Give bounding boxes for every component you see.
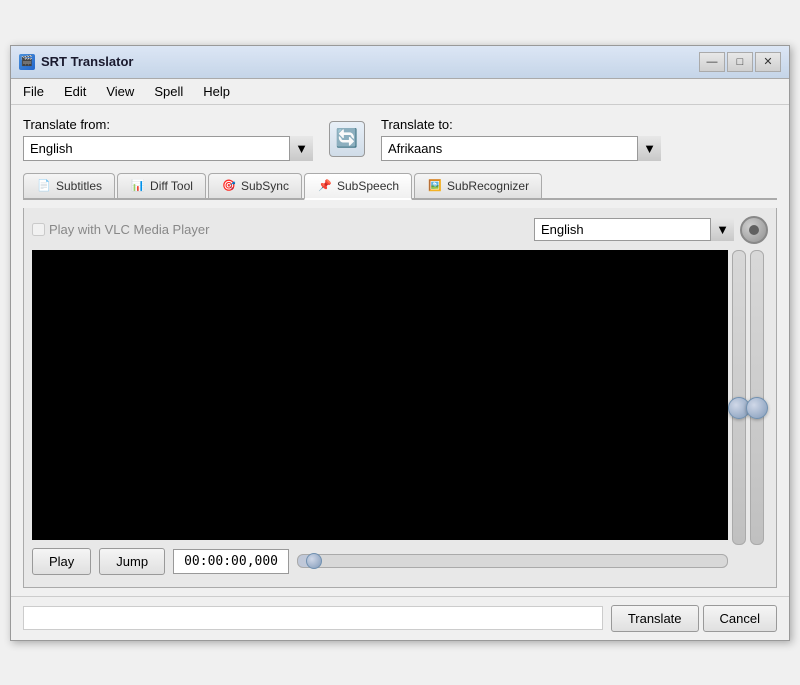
record-icon	[749, 225, 759, 235]
translate-to-group: Translate to: English Afrikaans French G…	[381, 117, 661, 161]
tab-subrecognizer-label: SubRecognizer	[447, 179, 529, 193]
video-player[interactable]	[32, 250, 728, 540]
tab-panel: Play with VLC Media Player English Frenc…	[23, 208, 777, 588]
language-select-row: English French German ▼	[534, 216, 768, 244]
swap-icon: 🔄	[336, 128, 358, 149]
language-dropdown[interactable]: English French German	[534, 218, 734, 241]
app-window: 🎬 SRT Translator — □ ✕ File Edit View Sp…	[10, 45, 790, 641]
subsync-icon: 🎯	[221, 179, 237, 193]
bottom-bar: Translate Cancel	[11, 596, 789, 640]
title-bar: 🎬 SRT Translator — □ ✕	[11, 46, 789, 79]
seek-slider[interactable]	[297, 554, 728, 568]
vlc-checkbox-label[interactable]: Play with VLC Media Player	[32, 222, 209, 237]
translate-from-container: English French German Spanish ▼	[23, 136, 313, 161]
tab-subspeech-label: SubSpeech	[337, 179, 399, 193]
close-button[interactable]: ✕	[755, 52, 781, 72]
title-bar-left: 🎬 SRT Translator	[19, 54, 133, 70]
sliders-section	[732, 250, 768, 579]
window-controls: — □ ✕	[699, 52, 781, 72]
subrecognizer-icon: 🖼️	[427, 179, 443, 193]
menu-spell[interactable]: Spell	[150, 82, 187, 101]
menu-file[interactable]: File	[19, 82, 48, 101]
subspeech-icon: 📌	[317, 179, 333, 193]
play-button[interactable]: Play	[32, 548, 91, 575]
tab-bar: 📄 Subtitles 📊 Diff Tool 🎯 SubSync 📌 SubS…	[23, 173, 777, 200]
translate-from-dropdown[interactable]: English French German Spanish	[23, 136, 313, 161]
tab-subspeech[interactable]: 📌 SubSpeech	[304, 173, 412, 200]
tab-difftool-label: Diff Tool	[150, 179, 193, 193]
speed-slider-thumb[interactable]	[746, 397, 768, 419]
status-bar	[23, 606, 603, 630]
menu-help[interactable]: Help	[199, 82, 234, 101]
tab-subrecognizer[interactable]: 🖼️ SubRecognizer	[414, 173, 542, 198]
vlc-label-text: Play with VLC Media Player	[49, 222, 209, 237]
translate-from-group: Translate from: English French German Sp…	[23, 117, 313, 161]
translate-to-container: English Afrikaans French German ▼	[381, 136, 661, 161]
panel-top-row: Play with VLC Media Player English Frenc…	[32, 216, 768, 244]
subtitles-icon: 📄	[36, 179, 52, 193]
action-buttons: Translate Cancel	[611, 605, 777, 632]
minimize-button[interactable]: —	[699, 52, 725, 72]
tab-difftool[interactable]: 📊 Diff Tool	[117, 173, 206, 198]
menu-view[interactable]: View	[102, 82, 138, 101]
speed-slider-track	[750, 250, 764, 545]
video-and-sliders: Play Jump 00:00:00,000	[32, 250, 768, 579]
tab-subsync[interactable]: 🎯 SubSync	[208, 173, 302, 198]
translate-to-dropdown[interactable]: English Afrikaans French German	[381, 136, 661, 161]
volume-slider-track	[732, 250, 746, 545]
menu-bar: File Edit View Spell Help	[11, 79, 789, 105]
jump-button[interactable]: Jump	[99, 548, 165, 575]
translate-button[interactable]: Translate	[611, 605, 699, 632]
controls-row: Play Jump 00:00:00,000	[32, 544, 728, 579]
content-area: Translate from: English French German Sp…	[11, 105, 789, 596]
tab-subtitles[interactable]: 📄 Subtitles	[23, 173, 115, 198]
swap-button[interactable]: 🔄	[329, 121, 365, 157]
video-section: Play Jump 00:00:00,000	[32, 250, 728, 579]
cancel-button[interactable]: Cancel	[703, 605, 777, 632]
vlc-checkbox[interactable]	[32, 223, 45, 236]
window-title: SRT Translator	[41, 54, 133, 69]
translate-to-label: Translate to:	[381, 117, 661, 132]
translate-from-label: Translate from:	[23, 117, 313, 132]
difftool-icon: 📊	[130, 179, 146, 193]
maximize-button[interactable]: □	[727, 52, 753, 72]
time-display: 00:00:00,000	[173, 549, 289, 574]
translate-row: Translate from: English French German Sp…	[23, 117, 777, 161]
tab-subtitles-label: Subtitles	[56, 179, 102, 193]
menu-edit[interactable]: Edit	[60, 82, 90, 101]
lang-dropdown-container: English French German ▼	[534, 218, 734, 241]
app-icon: 🎬	[19, 54, 35, 70]
tab-subsync-label: SubSync	[241, 179, 289, 193]
record-button[interactable]	[740, 216, 768, 244]
